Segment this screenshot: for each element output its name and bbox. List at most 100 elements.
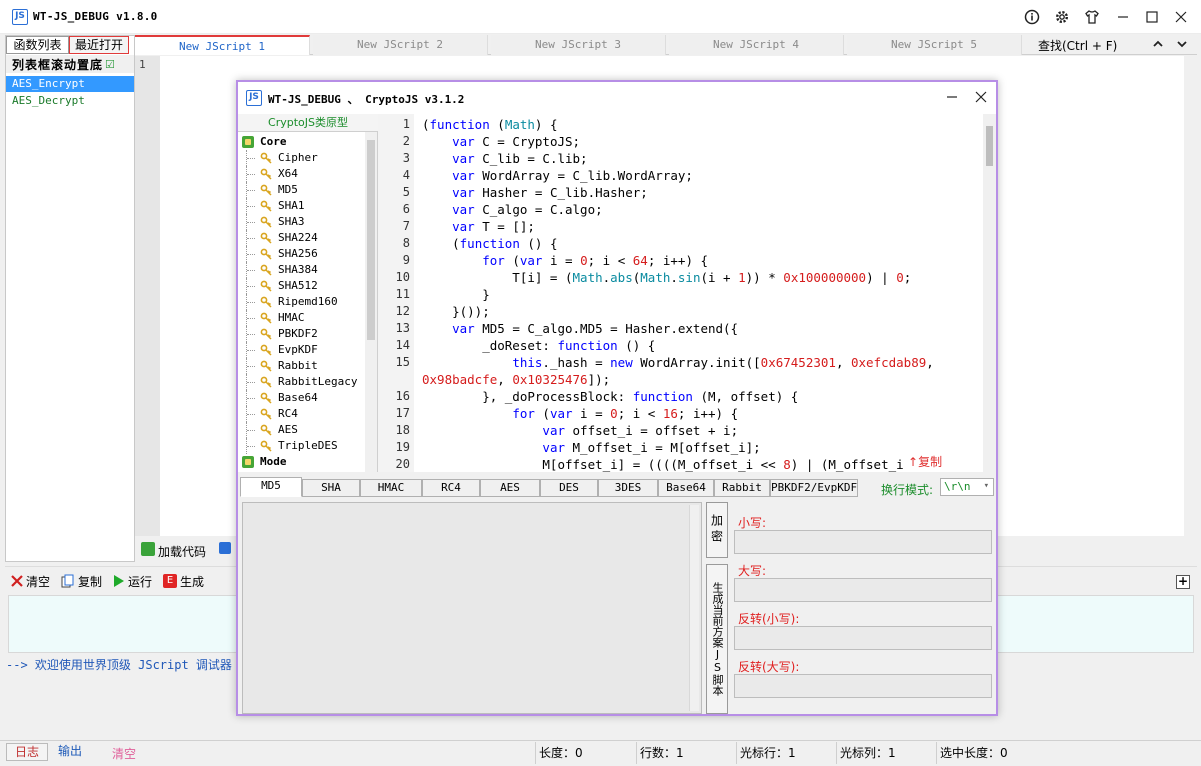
- tab-new-jscript-2[interactable]: New JScript 2: [313, 35, 488, 55]
- code-line: 0x98badcfe, 0x10325476]);: [422, 372, 611, 387]
- run-button[interactable]: 运行: [113, 573, 152, 589]
- list-item[interactable]: AES_Encrypt: [6, 76, 134, 92]
- output-reversed-uppercase-field[interactable]: [734, 674, 992, 698]
- tree-scrollbar[interactable]: [365, 132, 377, 472]
- input-textarea[interactable]: [242, 502, 702, 714]
- minimize-icon[interactable]: [1112, 6, 1134, 28]
- tab-base64[interactable]: Base64: [658, 479, 714, 497]
- tree-item[interactable]: Rabbit: [242, 358, 318, 374]
- status-clear-button[interactable]: 清空: [112, 745, 136, 762]
- dialog-minimize-icon[interactable]: [946, 91, 958, 103]
- tab-new-jscript-4[interactable]: New JScript 4: [669, 35, 844, 55]
- tree-item[interactable]: PBKDF2: [242, 326, 318, 342]
- tree-item[interactable]: Base64: [242, 390, 318, 406]
- scroll-to-bottom-option[interactable]: 列表框滚动置底 ☑: [6, 55, 134, 73]
- tree-category[interactable]: Core: [242, 134, 287, 150]
- newline-mode-value: \r\n: [944, 480, 971, 493]
- tab-pbkdf2-evpkdf[interactable]: PBKDF2/EvpKDF: [770, 479, 858, 497]
- stat-selection-length: 选中长度：0: [940, 746, 1008, 760]
- tab-function-list[interactable]: 函数列表: [6, 36, 69, 54]
- close-icon[interactable]: [1170, 6, 1192, 28]
- info-icon[interactable]: [1021, 6, 1043, 28]
- tree-item[interactable]: SHA3: [242, 214, 305, 230]
- list-item[interactable]: AES_Decrypt: [6, 93, 134, 109]
- tree-item-label: SHA256: [278, 247, 318, 260]
- code-scrollbar[interactable]: [983, 114, 996, 472]
- tab-new-jscript-5[interactable]: New JScript 5: [847, 35, 1022, 55]
- tree-item[interactable]: SHA1: [242, 198, 305, 214]
- tab-hmac[interactable]: HMAC: [360, 479, 422, 497]
- output-reversed-lowercase-field[interactable]: [734, 626, 992, 650]
- tree-item[interactable]: SHA384: [242, 262, 318, 278]
- gear-icon[interactable]: [1051, 6, 1073, 28]
- tree-item[interactable]: HMAC: [242, 310, 305, 326]
- status-divider: [836, 742, 837, 764]
- tree-item[interactable]: Cipher: [242, 150, 318, 166]
- clear-button[interactable]: 清空: [11, 573, 50, 589]
- tab-md5[interactable]: MD5: [240, 477, 302, 497]
- tree-branch-line: [246, 198, 260, 214]
- load-code-button[interactable]: 加载代码: [158, 543, 206, 560]
- tree-item[interactable]: MD5: [242, 182, 298, 198]
- dialog-close-icon[interactable]: [975, 91, 987, 103]
- tab-new-jscript-1[interactable]: New JScript 1: [135, 35, 310, 55]
- tree-item[interactable]: X64: [242, 166, 298, 182]
- editor-scrollbar[interactable]: [1184, 56, 1197, 536]
- tree-category[interactable]: Mode: [242, 454, 287, 470]
- chevron-up-icon[interactable]: [1151, 37, 1165, 51]
- tab-sha[interactable]: SHA: [302, 479, 360, 497]
- tab-des[interactable]: DES: [540, 479, 598, 497]
- key-icon: [260, 280, 272, 292]
- copy-icon: [61, 574, 74, 588]
- code-scroll-thumb[interactable]: [986, 126, 993, 166]
- generate-button[interactable]: E 生成: [163, 573, 204, 589]
- tree-item[interactable]: Ripemd160: [242, 294, 338, 310]
- code-line: M[offset_i] = ((((M_offset_i << 8) | (M_…: [422, 457, 919, 472]
- tab-output[interactable]: 输出: [50, 743, 90, 761]
- tree-branch-line: [246, 342, 260, 358]
- output-reversed-lowercase-label: 反转(小写):: [738, 612, 800, 626]
- output-uppercase-field[interactable]: [734, 578, 992, 602]
- tab-rabbit[interactable]: Rabbit: [714, 479, 770, 497]
- encrypt-button[interactable]: 加密: [706, 502, 728, 558]
- maximize-icon[interactable]: [1141, 6, 1163, 28]
- tab-recent[interactable]: 最近打开: [69, 36, 129, 54]
- refresh-icon[interactable]: [141, 542, 155, 556]
- search-shortcut-label[interactable]: 查找(Ctrl + F): [1038, 37, 1117, 54]
- tree-item[interactable]: SHA256: [242, 246, 318, 262]
- newline-mode-select[interactable]: \r\n ▾: [940, 478, 994, 496]
- generate-script-button[interactable]: 生成当前方案JS脚本: [706, 564, 728, 714]
- tree-item[interactable]: EvpKDF: [242, 342, 318, 358]
- tab-new-jscript-3[interactable]: New JScript 3: [491, 35, 666, 55]
- app-icon: JS: [12, 9, 28, 25]
- dialog-titlebar: JS WT-JS_DEBUG 、 CryptoJS v3.1.2: [238, 82, 996, 114]
- expand-icon[interactable]: +: [1176, 575, 1190, 589]
- tree-item[interactable]: SHA224: [242, 230, 318, 246]
- code-line: var C_algo = C.algo;: [452, 202, 603, 217]
- tree-branch-line: [246, 166, 260, 182]
- source-code-viewer[interactable]: 1 2 3 4 5 6 7 8 9 10 11 12 13 14 15 16 17 18 19 20 (functio…: [378, 114, 996, 472]
- tab-3des[interactable]: 3DES: [598, 479, 658, 497]
- tree-item[interactable]: TripleDES: [242, 438, 338, 454]
- input-scrollbar[interactable]: [689, 505, 699, 711]
- tab-aes[interactable]: AES: [480, 479, 540, 497]
- tab-log[interactable]: 日志: [6, 743, 48, 761]
- tree-item[interactable]: RabbitLegacy: [242, 374, 357, 390]
- tree-item[interactable]: AES: [242, 422, 298, 438]
- output-lowercase-field[interactable]: [734, 530, 992, 554]
- shirt-icon[interactable]: [1081, 6, 1103, 28]
- copy-button[interactable]: 复制: [61, 573, 102, 589]
- checkbox-icon[interactable]: ☑: [105, 58, 115, 71]
- plus-icon[interactable]: [219, 542, 231, 554]
- tree-item[interactable]: RC4: [242, 406, 298, 422]
- tree-item[interactable]: SHA512: [242, 278, 318, 294]
- copy-link[interactable]: ↑复制: [908, 453, 943, 470]
- tree-scroll-thumb[interactable]: [367, 140, 375, 340]
- tab-rc4[interactable]: RC4: [422, 479, 480, 497]
- code-line: (function (Math) {: [422, 117, 558, 132]
- cryptojs-dialog: JS WT-JS_DEBUG 、 CryptoJS v3.1.2 CryptoJ…: [236, 80, 998, 716]
- code-line: }, _doProcessBlock: function (M, offset)…: [422, 389, 799, 404]
- tree-branch-line: [246, 230, 260, 246]
- class-tree[interactable]: Core Cipher X64 MD5 SHA1 SHA3 SHA224 SHA256 SHA3…: [238, 134, 365, 472]
- chevron-down-icon[interactable]: [1175, 37, 1189, 51]
